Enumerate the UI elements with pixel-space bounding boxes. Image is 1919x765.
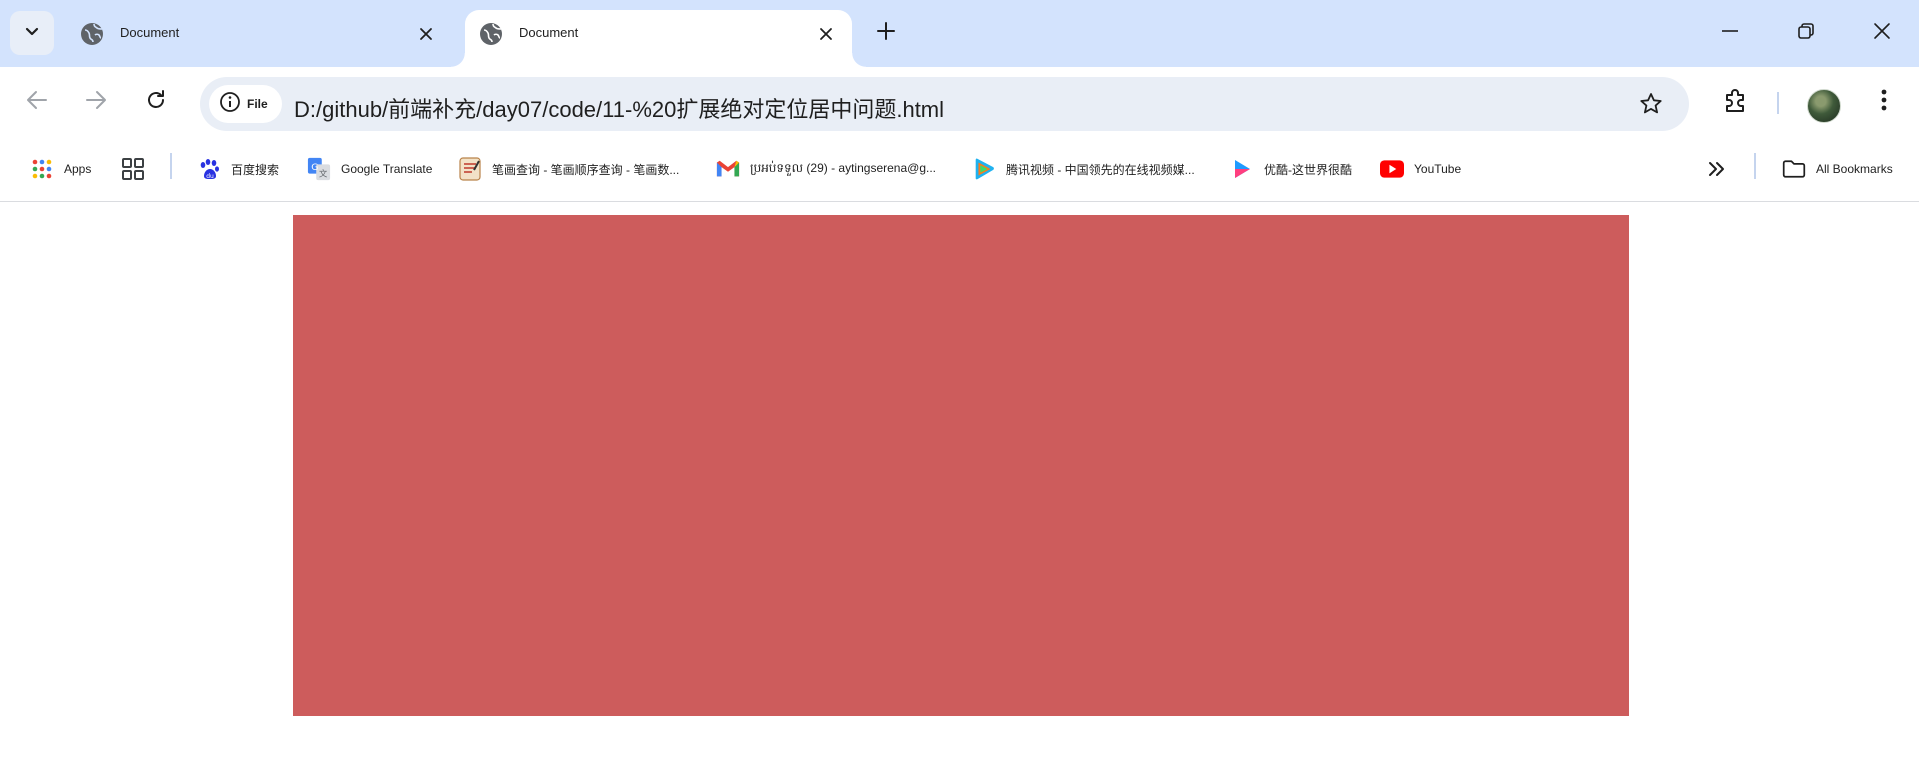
bookmark-label: YouTube [1414,162,1462,176]
bookmark-youtube[interactable]: YouTube [1380,154,1461,184]
bookmark-label: Apps [64,162,92,176]
back-button[interactable] [19,84,55,120]
youku-icon [1230,157,1254,181]
bookmark-label: Google Translate [341,162,433,176]
bookmark-baidu[interactable]: du 百度搜索 [197,154,279,184]
svg-text:G: G [311,162,318,173]
google-translate-icon: G文 [307,157,331,181]
menu-button[interactable] [1866,84,1902,120]
toolbar-divider [1777,92,1779,114]
bookmark-label: 笔画查询 - 笔画顺序查询 - 笔画数... [492,162,680,177]
all-bookmarks-label: All Bookmarks [1816,162,1893,176]
browser-toolbar: File D:/github/前端补充/day07/code/11-%20扩展绝… [0,67,1919,137]
arrow-right-icon [85,89,107,116]
globe-icon [80,22,104,46]
close-icon[interactable] [814,22,838,46]
bookmark-label: ប្រអប់ទទួល (29) - aytingserena@g... [750,161,936,175]
all-bookmarks-button[interactable]: All Bookmarks [1782,154,1893,184]
tab-document-2[interactable]: Document [451,10,866,67]
url-text[interactable]: D:/github/前端补充/day07/code/11-%20扩展绝对定位居中… [294,92,944,124]
svg-text:du: du [206,173,214,180]
site-info-label: File [247,97,268,111]
bookmark-tencent-video[interactable]: 腾讯视频 - 中国领先的在线视频媒... [972,154,1195,184]
close-window-button[interactable] [1862,14,1902,52]
bookmark-apps[interactable]: Apps [30,154,91,184]
restore-button[interactable] [1786,14,1826,52]
extensions-button[interactable] [1718,84,1754,120]
bookmark-youku[interactable]: 优酷-这世界很酷 [1230,154,1352,184]
bookmarks-divider [170,153,172,179]
centered-red-box [293,215,1629,716]
tab-search-button[interactable] [10,11,54,55]
bookmark-label: 百度搜索 [231,162,280,177]
reload-icon [145,89,167,116]
site-info-chip[interactable]: File [209,85,282,123]
page-viewport [0,202,1919,765]
close-icon[interactable] [414,22,438,46]
reload-button[interactable] [138,84,174,120]
svg-text:文: 文 [319,168,328,178]
globe-icon [479,22,503,46]
close-icon [1873,22,1891,45]
tab-groups-icon [121,157,145,181]
puzzle-icon [1722,86,1750,119]
bookmark-label: 腾讯视频 - 中国领先的在线视频媒... [1006,162,1195,177]
new-tab-button[interactable] [871,18,901,48]
tab-document-1[interactable]: Document [66,10,452,67]
tab-title: Document [519,25,579,40]
info-icon [219,91,241,118]
bookmark-bihua[interactable]: 笔画查询 - 笔画顺序查询 - 笔画数... [458,154,679,184]
chevron-double-right-icon [1705,157,1729,181]
forward-button[interactable] [78,84,114,120]
tab-title: Document [120,25,180,40]
bihua-icon [458,157,482,181]
gmail-icon [716,157,740,181]
apps-grid-icon [30,157,54,181]
bookmarks-bar: Apps du 百度搜索 G文 Google Translate 笔画查询 - … [0,137,1919,202]
minimize-icon [1721,22,1739,45]
baidu-paw-icon: du [197,157,221,181]
bookmark-star-icon[interactable] [1637,90,1665,118]
bookmarks-overflow-button[interactable] [1705,154,1729,184]
bookmark-tab-groups[interactable] [121,154,145,184]
address-bar[interactable]: File D:/github/前端补充/day07/code/11-%20扩展绝… [200,77,1689,131]
bookmark-gmail[interactable]: ប្រអប់ទទួល (29) - aytingserena@g... [716,154,936,184]
more-vertical-icon [1880,88,1888,117]
bookmarks-divider [1754,153,1756,179]
bookmark-google-translate[interactable]: G文 Google Translate [307,154,432,184]
arrow-left-icon [26,89,48,116]
avatar[interactable] [1807,89,1841,123]
youtube-icon [1380,157,1404,181]
bookmark-label: 优酷-这世界很酷 [1264,162,1352,177]
minimize-button[interactable] [1710,14,1750,52]
tencent-video-icon [972,157,996,181]
chevron-down-icon [24,23,40,44]
restore-icon [1797,22,1815,45]
plus-icon [876,21,896,46]
folder-icon [1782,157,1806,181]
tab-strip: Document Document [0,0,1919,67]
